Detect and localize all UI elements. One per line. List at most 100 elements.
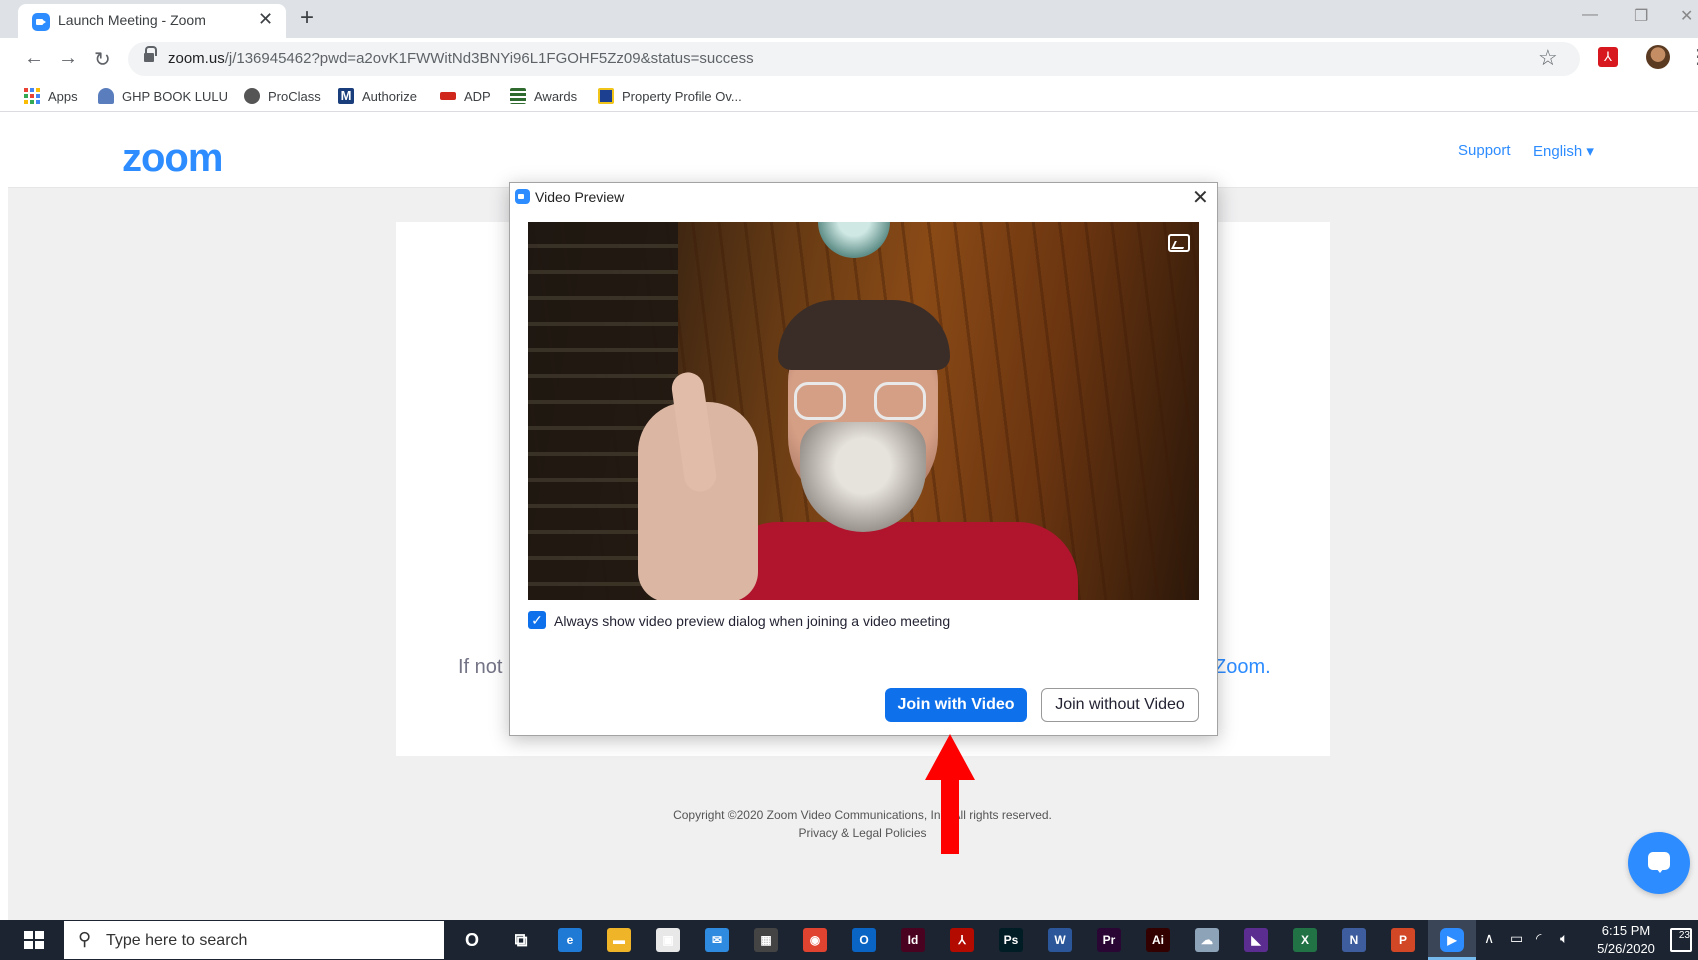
support-link[interactable]: Support xyxy=(1458,142,1511,159)
always-show-preview-label[interactable]: Always show video preview dialog when jo… xyxy=(554,613,950,629)
zoom-dialog-icon xyxy=(515,189,530,204)
dialog-close-icon[interactable]: ✕ xyxy=(1192,185,1209,210)
download-zoom-link[interactable]: Zoom. xyxy=(1214,656,1271,679)
outlook-icon[interactable]: O xyxy=(852,928,876,952)
lock-icon[interactable] xyxy=(144,46,157,63)
chat-support-button[interactable] xyxy=(1628,832,1690,894)
file-explorer-glyph: ▬ xyxy=(613,933,625,947)
mail-icon[interactable]: ✉ xyxy=(705,928,729,952)
bookmark-adp[interactable]: ADP xyxy=(440,86,491,106)
windows-start-icon[interactable] xyxy=(24,931,44,949)
store-icon[interactable]: ▣ xyxy=(656,928,680,952)
photoshop-icon[interactable]: Ps xyxy=(999,928,1023,952)
minimize-button[interactable]: — xyxy=(1582,6,1598,24)
tab-close-icon[interactable]: ✕ xyxy=(258,9,273,30)
acrobat-glyph: ⅄ xyxy=(958,933,966,947)
publisher-glyph: N xyxy=(1349,933,1359,947)
bookmark-label: ProClass xyxy=(268,88,321,104)
bookmark-label: Awards xyxy=(534,88,578,104)
bookmark-ghp-book-lulu[interactable]: GHP BOOK LULU xyxy=(98,86,228,106)
zoom-favicon-icon xyxy=(32,13,50,31)
network-app-glyph: ☁ xyxy=(1201,933,1213,947)
always-show-preview-checkbox[interactable]: ✓ xyxy=(528,611,546,629)
chrome-glyph: ◉ xyxy=(809,933,821,947)
bookmark-label: Apps xyxy=(48,88,78,104)
photoshop-glyph: Ps xyxy=(1003,933,1019,947)
powerpoint-glyph: P xyxy=(1398,933,1407,947)
join-without-video-button[interactable]: Join without Video xyxy=(1041,688,1199,722)
bookmark-authorize[interactable]: M Authorize xyxy=(338,86,417,106)
taskbar-search-box[interactable]: ⚲ Type here to search xyxy=(64,921,444,959)
video-preview xyxy=(528,222,1199,600)
search-placeholder: Type here to search xyxy=(106,932,248,949)
file-explorer-icon[interactable]: ▬ xyxy=(607,928,631,952)
bookmark-proclass[interactable]: ProClass xyxy=(244,86,321,106)
taskbar-time[interactable]: 6:15 PM xyxy=(1596,923,1656,938)
notification-center-icon[interactable]: 23 xyxy=(1670,928,1692,952)
bookmarks-bar: Apps GHP BOOK LULU ProClass M Authorize … xyxy=(0,80,1698,112)
m-logo-icon: M xyxy=(338,88,354,104)
new-tab-button[interactable]: + xyxy=(300,5,314,31)
profile-avatar[interactable] xyxy=(1646,45,1670,69)
edge-glyph: e xyxy=(566,933,574,947)
menu-kebab-icon[interactable]: ⋮ xyxy=(1688,44,1698,69)
search-icon: ⚲ xyxy=(78,929,92,949)
lulu-icon xyxy=(98,88,114,104)
globe-icon xyxy=(244,88,260,104)
publisher-icon[interactable]: N xyxy=(1342,928,1366,952)
copyright-text: Copyright ©2020 Zoom Video Communication… xyxy=(673,808,1052,822)
virtual-background-icon[interactable] xyxy=(1168,234,1190,252)
back-arrow-icon[interactable]: ← xyxy=(24,47,44,70)
zoom-logo[interactable]: zoom xyxy=(122,136,223,181)
word-icon[interactable]: W xyxy=(1048,928,1072,952)
glasses-left-lens xyxy=(794,382,846,420)
dialog-title: Video Preview xyxy=(535,189,625,205)
zoom-app-icon[interactable]: ▶ xyxy=(1428,920,1476,960)
language-dropdown[interactable]: English ▾ xyxy=(1533,142,1594,160)
volume-icon[interactable]: 🔈︎ xyxy=(1560,930,1568,947)
illustrator-icon[interactable]: Ai xyxy=(1146,928,1170,952)
edge-icon[interactable]: e xyxy=(558,928,582,952)
address-bar[interactable]: zoom.us/j/136945462?pwd=a2ovK1FWWitNd3BN… xyxy=(128,42,1580,76)
windows-taskbar: ⚲ Type here to search O ⧉ e ▬ ▣ ✉ ▦ ◉ O Id ⅄ Ps W Pr A… xyxy=(0,920,1698,960)
cortana-icon[interactable]: O xyxy=(460,928,484,952)
bookmark-label: GHP BOOK LULU xyxy=(122,88,228,104)
tray-chevron-icon[interactable]: ∧ xyxy=(1484,930,1494,947)
bookmark-apps[interactable]: Apps xyxy=(24,86,78,106)
forward-arrow-icon[interactable]: → xyxy=(58,47,78,70)
url-text[interactable]: zoom.us/j/136945462?pwd=a2ovK1FWWitNd3BN… xyxy=(168,50,754,67)
tab-title: Launch Meeting - Zoom xyxy=(58,12,206,28)
premiere-icon[interactable]: Pr xyxy=(1097,928,1121,952)
illustrator-glyph: Ai xyxy=(1152,933,1164,947)
chrome-icon[interactable]: ◉ xyxy=(803,928,827,952)
privacy-link[interactable]: Privacy & Legal Policies xyxy=(600,826,1125,840)
bookmark-awards[interactable]: Awards xyxy=(510,86,577,106)
bookmark-property-profile[interactable]: Property Profile Ov... xyxy=(598,86,742,106)
chat-bubble-icon xyxy=(1648,852,1670,873)
battery-icon[interactable]: ▭ xyxy=(1510,930,1523,947)
acrobat-extension-icon[interactable]: ⅄ xyxy=(1598,47,1618,67)
adp-icon xyxy=(440,92,456,100)
visual-studio-icon[interactable]: ◣ xyxy=(1244,928,1268,952)
launch-instruction-text: If not xyxy=(458,656,503,678)
tab-launch-meeting[interactable]: Launch Meeting - Zoom ✕ xyxy=(18,4,286,38)
calculator-glyph: ▦ xyxy=(760,933,772,947)
join-with-video-button[interactable]: Join with Video xyxy=(885,688,1027,722)
powerpoint-icon[interactable]: P xyxy=(1391,928,1415,952)
reload-icon[interactable]: ↻ xyxy=(94,47,111,72)
excel-icon[interactable]: X xyxy=(1293,928,1317,952)
indesign-icon[interactable]: Id xyxy=(901,928,925,952)
close-window-button[interactable]: ✕ xyxy=(1680,6,1693,26)
task-view-icon[interactable]: ⧉ xyxy=(509,928,533,952)
calculator-icon[interactable]: ▦ xyxy=(754,928,778,952)
network-app-icon[interactable]: ☁ xyxy=(1195,928,1219,952)
taskbar-date[interactable]: 5/26/2020 xyxy=(1586,941,1666,956)
mail-glyph: ✉ xyxy=(711,933,723,947)
visual-studio-glyph: ◣ xyxy=(1251,933,1261,947)
wifi-icon[interactable]: ◜ xyxy=(1536,930,1541,947)
bookmark-star-icon[interactable]: ☆ xyxy=(1538,45,1558,71)
restore-button[interactable]: ❐ xyxy=(1634,6,1648,26)
acrobat-icon[interactable]: ⅄ xyxy=(950,928,974,952)
bookmark-label: ADP xyxy=(464,88,491,104)
doe-icon xyxy=(598,88,614,104)
